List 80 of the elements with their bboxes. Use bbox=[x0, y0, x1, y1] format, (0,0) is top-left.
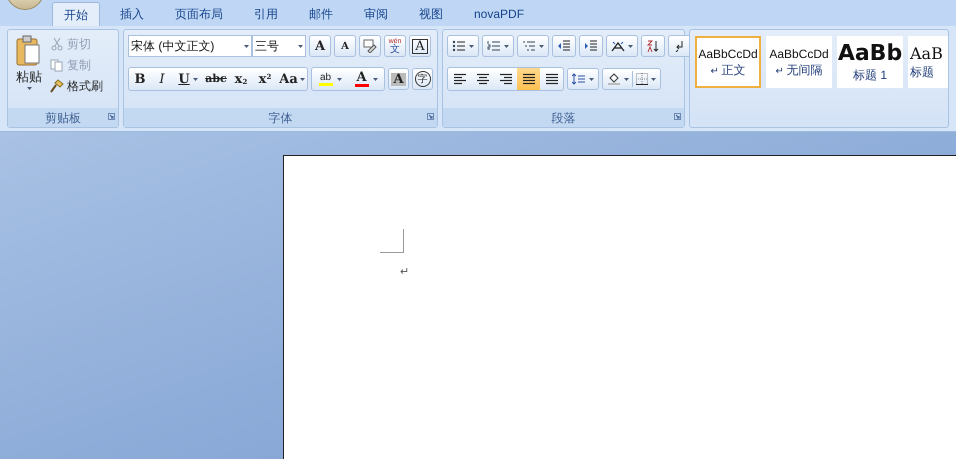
highlight-button[interactable]: ab bbox=[312, 68, 348, 90]
line-spacing-icon bbox=[572, 73, 586, 85]
ribbon-tab[interactable]: 视图 bbox=[408, 2, 454, 26]
caret-icon bbox=[26, 86, 32, 90]
alignment-button[interactable] bbox=[517, 68, 540, 90]
superscript-button[interactable]: x$^{2}$ bbox=[253, 68, 277, 90]
style-item[interactable]: AaB 标题 bbox=[908, 36, 948, 88]
caret-icon bbox=[628, 44, 633, 48]
caret-icon bbox=[298, 44, 303, 48]
ribbon-tab[interactable]: 开始 bbox=[52, 2, 100, 26]
justify-icon bbox=[522, 73, 536, 85]
bullets-icon bbox=[452, 40, 466, 52]
font-size-dropdown[interactable]: 三号 bbox=[252, 35, 306, 57]
ribbon-tab[interactable]: 引用 bbox=[243, 2, 289, 26]
caret-icon bbox=[300, 78, 305, 80]
border-grid-icon bbox=[636, 73, 648, 85]
numbering-icon bbox=[487, 40, 501, 52]
italic-button[interactable]: I bbox=[151, 68, 173, 90]
character-shading-button[interactable]: A bbox=[388, 68, 409, 90]
paragraph-button[interactable] bbox=[447, 35, 479, 57]
subscript-button[interactable]: x$_{2}$ bbox=[229, 68, 253, 90]
underline-button[interactable]: U bbox=[173, 68, 203, 90]
align-right-icon bbox=[498, 73, 512, 85]
copy-icon bbox=[50, 58, 64, 72]
ribbon-tab[interactable]: novaPDF bbox=[463, 2, 536, 26]
distributed-icon bbox=[544, 73, 558, 85]
caret-icon bbox=[372, 78, 378, 80]
caret-icon bbox=[504, 44, 509, 48]
align-center-icon bbox=[476, 73, 490, 85]
scissors-icon bbox=[50, 37, 64, 51]
line-spacing-button[interactable] bbox=[567, 68, 599, 90]
font-color-button[interactable]: A bbox=[348, 68, 384, 90]
change-case-button[interactable]: Aa bbox=[277, 68, 307, 90]
paragraph-button[interactable] bbox=[517, 35, 549, 57]
group-label: 字体 bbox=[268, 110, 292, 126]
paste-button[interactable]: 粘贴 bbox=[12, 35, 46, 95]
clipboard-command[interactable]: 格式刷 bbox=[50, 77, 103, 95]
font-name-dropdown[interactable]: 宋体 (中文正文) bbox=[128, 35, 252, 57]
caret-icon bbox=[244, 44, 249, 48]
multilevel-icon bbox=[522, 40, 536, 52]
clear-format-button[interactable] bbox=[359, 35, 381, 57]
caret-icon bbox=[336, 78, 342, 80]
ribbon-tab[interactable]: 邮件 bbox=[298, 2, 344, 26]
shading-button[interactable] bbox=[602, 68, 661, 90]
increase-indent-icon bbox=[584, 40, 598, 52]
enclose-character-button[interactable]: 字 bbox=[412, 68, 433, 90]
strikethrough-button[interactable]: abc bbox=[203, 68, 229, 90]
ribbon-tab[interactable]: 插入 bbox=[109, 2, 155, 26]
paragraph-button[interactable] bbox=[552, 35, 576, 57]
ribbon-tab[interactable]: 审阅 bbox=[353, 2, 399, 26]
caret-icon bbox=[589, 78, 594, 80]
caret-icon bbox=[192, 78, 198, 80]
caret-icon bbox=[469, 44, 474, 48]
paragraph-button[interactable] bbox=[641, 35, 665, 57]
margin-corner-mark bbox=[380, 229, 404, 253]
shrink-font-button[interactable]: A bbox=[334, 35, 356, 57]
dialog-launcher-icon[interactable] bbox=[674, 113, 681, 120]
asian-layout-icon bbox=[611, 40, 625, 52]
paragraph-button[interactable] bbox=[606, 35, 638, 57]
grow-font-button[interactable]: A bbox=[309, 35, 331, 57]
paragraph-button[interactable] bbox=[579, 35, 603, 57]
align-left-icon bbox=[452, 73, 466, 85]
style-item[interactable]: AaBbCcDd ↵ 正文 bbox=[695, 36, 761, 88]
paragraph-mark: ↵ bbox=[400, 267, 410, 278]
group-label: 段落 bbox=[552, 110, 576, 126]
style-item[interactable]: AaBb 标题 1 bbox=[837, 36, 903, 88]
decrease-indent-icon bbox=[557, 40, 571, 52]
eraser-icon bbox=[363, 39, 377, 53]
character-border-button[interactable]: A bbox=[409, 35, 431, 57]
sort-icon bbox=[646, 40, 660, 52]
group-label: 剪贴板 bbox=[45, 110, 81, 126]
caret-icon bbox=[651, 78, 656, 80]
dialog-launcher-icon[interactable] bbox=[108, 113, 115, 120]
paragraph-button[interactable] bbox=[482, 35, 514, 57]
bold-button[interactable]: B bbox=[129, 68, 151, 90]
caret-icon bbox=[624, 78, 629, 80]
dialog-launcher-icon[interactable] bbox=[427, 113, 434, 120]
ribbon-tab[interactable]: 页面布局 bbox=[164, 2, 234, 26]
caret-icon bbox=[539, 44, 544, 48]
style-item[interactable]: AaBbCcDd ↵ 无间隔 bbox=[766, 36, 832, 88]
